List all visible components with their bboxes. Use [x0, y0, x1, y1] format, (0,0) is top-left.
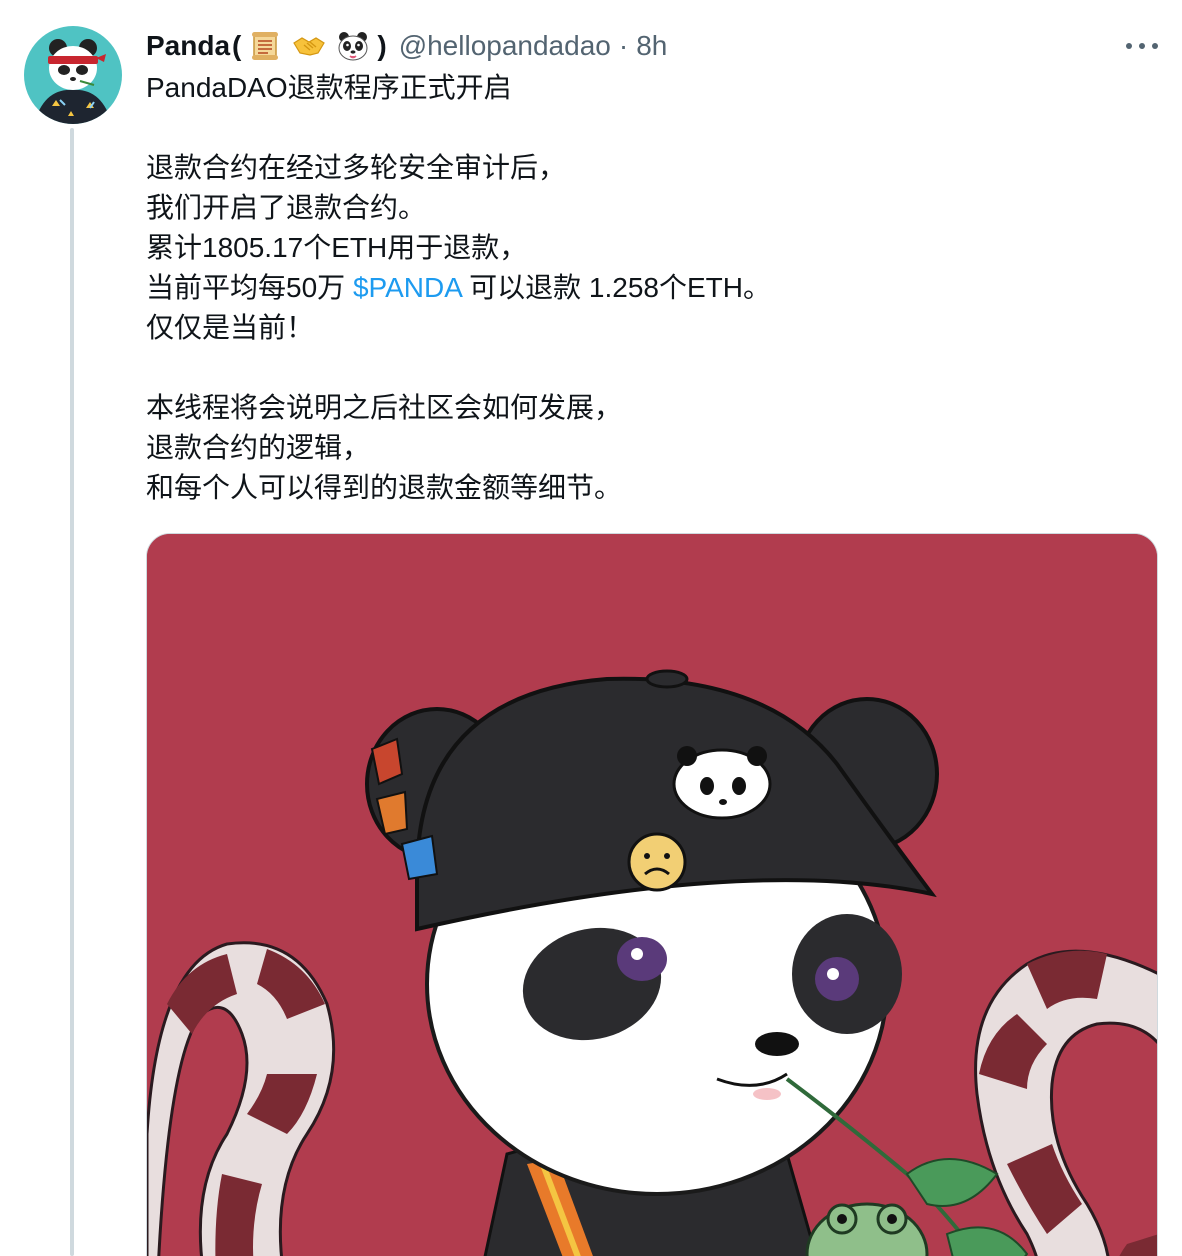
tweet-line: 累计1805.17个ETH用于退款，: [146, 232, 528, 263]
avatar[interactable]: [24, 26, 122, 124]
tweet-text: PandaDAO退款程序正式开启 退款合约在经过多轮安全审计后， 我们开启了退款…: [146, 68, 1156, 508]
tweet-text-segment: 当前平均每50万: [146, 272, 353, 303]
tweet-line: 和每个人可以得到的退款金额等细节。: [146, 472, 623, 503]
scroll-emoji-icon: [248, 29, 282, 63]
tweet-header: Panda ( ) @hellopandadao · 8h: [146, 26, 667, 66]
tweet-line-with-cashtag: 当前平均每50万 $PANDA 可以退款 1.258个ETH。: [146, 268, 1156, 308]
tweet-line: 我们开启了退款合约。: [146, 192, 427, 223]
tweet-line: 退款合约的逻辑，: [146, 432, 371, 463]
tweet-line: 仅仅是当前！: [146, 312, 315, 343]
tweet-media-image[interactable]: [146, 533, 1158, 1256]
tweet-line: 退款合约在经过多轮安全审计后，: [146, 152, 567, 183]
tweet-text-segment: 可以退款 1.258个ETH。: [461, 272, 771, 303]
cashtag-link[interactable]: $PANDA: [353, 272, 461, 303]
thread-connector-line: [70, 128, 74, 1256]
display-name[interactable]: Panda: [146, 30, 230, 62]
timestamp[interactable]: 8h: [636, 30, 667, 62]
handshake-emoji-icon: [292, 29, 326, 63]
user-handle[interactable]: @hellopandadao: [399, 30, 611, 62]
panda-emoji-icon: [336, 29, 370, 63]
tweet-line: PandaDAO退款程序正式开启: [146, 72, 512, 103]
more-horizontal-icon[interactable]: [1122, 34, 1162, 58]
close-paren: ): [377, 30, 387, 61]
separator-dot: ·: [618, 30, 629, 61]
tweet-line: 本线程将会说明之后社区会如何发展，: [146, 392, 623, 423]
open-paren: (: [232, 30, 242, 61]
